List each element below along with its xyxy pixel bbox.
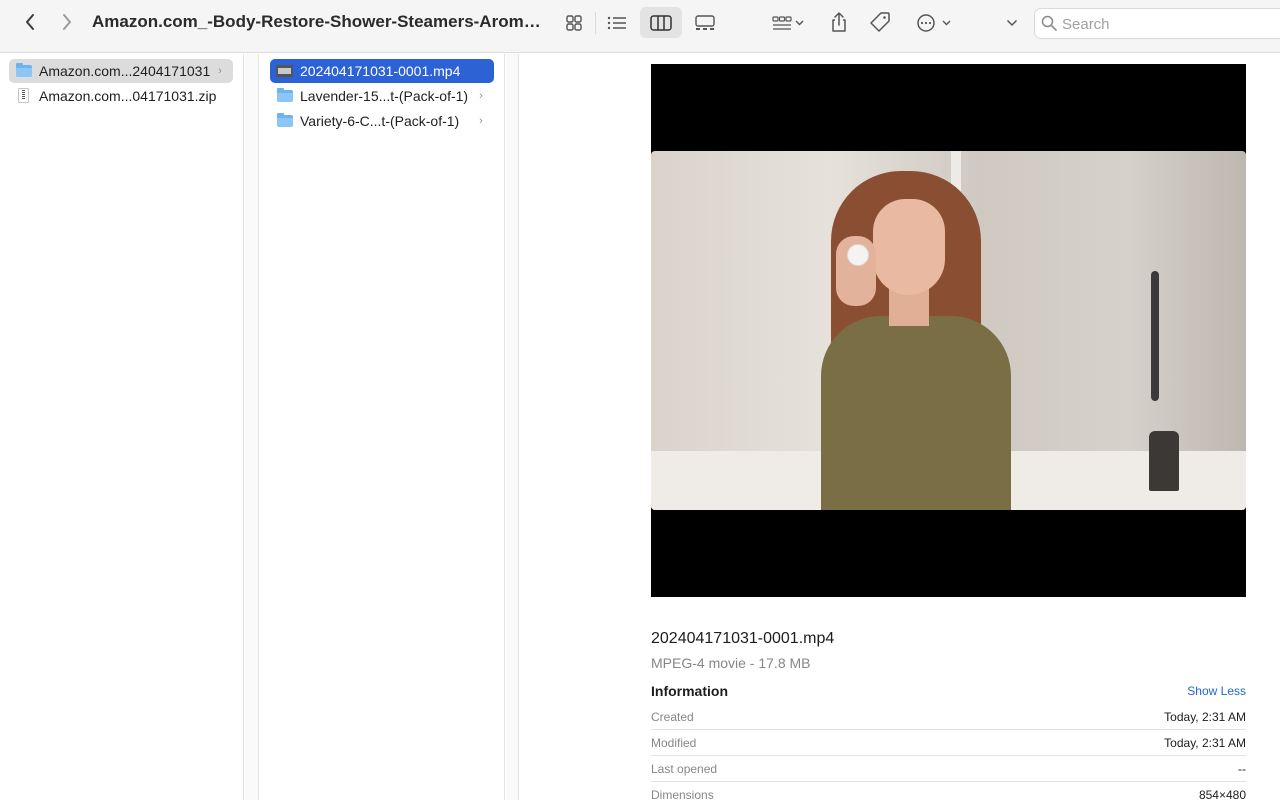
information-heading: Information [651,683,728,699]
gallery-view-button[interactable] [690,9,720,37]
show-less-link[interactable]: Show Less [1187,684,1246,698]
info-value: -- [1238,762,1246,776]
list-item[interactable]: 202404171031-0001.mp4 [270,59,494,83]
search-icon [1041,15,1057,36]
list-item[interactable]: Variety-6-C...t-(Pack-of-1) › [270,109,494,133]
item-label: Amazon.com...04171031.zip [39,88,217,104]
list-item[interactable]: Amazon.com...04171031.zip [9,84,233,108]
list-view-button[interactable] [602,9,632,37]
list-item[interactable]: Amazon.com...2404171031 › [9,59,233,83]
chevron-down-icon [1006,19,1018,27]
folder-icon [276,88,294,104]
info-key: Modified [651,736,697,750]
chevron-right-icon [63,14,71,30]
share-button[interactable] [826,8,852,36]
info-value: Today, 2:31 AM [1164,710,1246,724]
back-button[interactable] [18,10,42,34]
info-row-modified: Modified Today, 2:31 AM [651,730,1246,756]
item-label: Amazon.com...2404171031 [39,63,211,79]
share-icon [832,12,846,32]
column-view-icon [650,14,672,31]
info-row-last-opened: Last opened -- [651,756,1246,782]
list-item[interactable]: Lavender-15...t-(Pack-of-1) › [270,84,494,108]
tag-button[interactable] [867,8,893,36]
tag-icon [870,12,890,32]
column-resize-handle[interactable] [506,54,519,800]
column-1: Amazon.com...2404171031 › Amazon.com...0… [0,54,244,800]
info-value: 854×480 [1198,788,1246,800]
forward-button[interactable] [55,10,79,34]
column-view-button[interactable] [640,7,682,38]
info-row-created: Created Today, 2:31 AM [651,704,1246,730]
more-actions-icon [917,14,951,32]
preview-filename: 202404171031-0001.mp4 [651,630,835,647]
icon-view-button[interactable] [560,9,588,37]
zip-file-icon [15,88,33,104]
preview-kind: MPEG-4 movie - 17.8 MB [651,655,811,671]
toolbar-separator [595,12,596,34]
item-label: 202404171031-0001.mp4 [300,63,461,79]
more-actions-button[interactable] [912,9,956,37]
toolbar: Amazon.com_-Body-Restore-Shower-Steamers… [0,0,1280,53]
column-2: 202404171031-0001.mp4 Lavender-15...t-(P… [260,54,505,800]
chevron-right-icon: › [218,65,222,77]
info-value: Today, 2:31 AM [1164,736,1246,750]
chevron-right-icon: › [479,115,483,127]
chevron-right-icon: › [479,90,483,102]
search-field[interactable] [1034,8,1280,39]
list-view-icon [607,16,626,30]
column-resize-handle[interactable] [245,54,259,800]
group-by-button[interactable] [766,9,810,37]
chevron-left-icon [26,14,34,30]
video-frame [651,151,1246,510]
video-preview[interactable] [651,64,1246,597]
group-by-icon [772,16,804,30]
info-key: Created [651,710,694,724]
movie-file-icon [276,63,294,79]
item-label: Lavender-15...t-(Pack-of-1) [300,88,469,104]
info-row-dimensions: Dimensions 854×480 [651,782,1246,800]
folder-icon [15,63,33,79]
icon-view-icon [566,15,582,31]
window-title: Amazon.com_-Body-Restore-Shower-Steamers… [92,12,542,31]
item-label: Variety-6-C...t-(Pack-of-1) [300,113,460,129]
folder-icon [276,113,294,129]
toolbar-overflow-button[interactable] [1002,12,1022,34]
gallery-view-icon [695,15,715,30]
info-key: Last opened [651,762,718,776]
info-key: Dimensions [651,788,714,800]
search-input[interactable] [1062,14,1280,34]
